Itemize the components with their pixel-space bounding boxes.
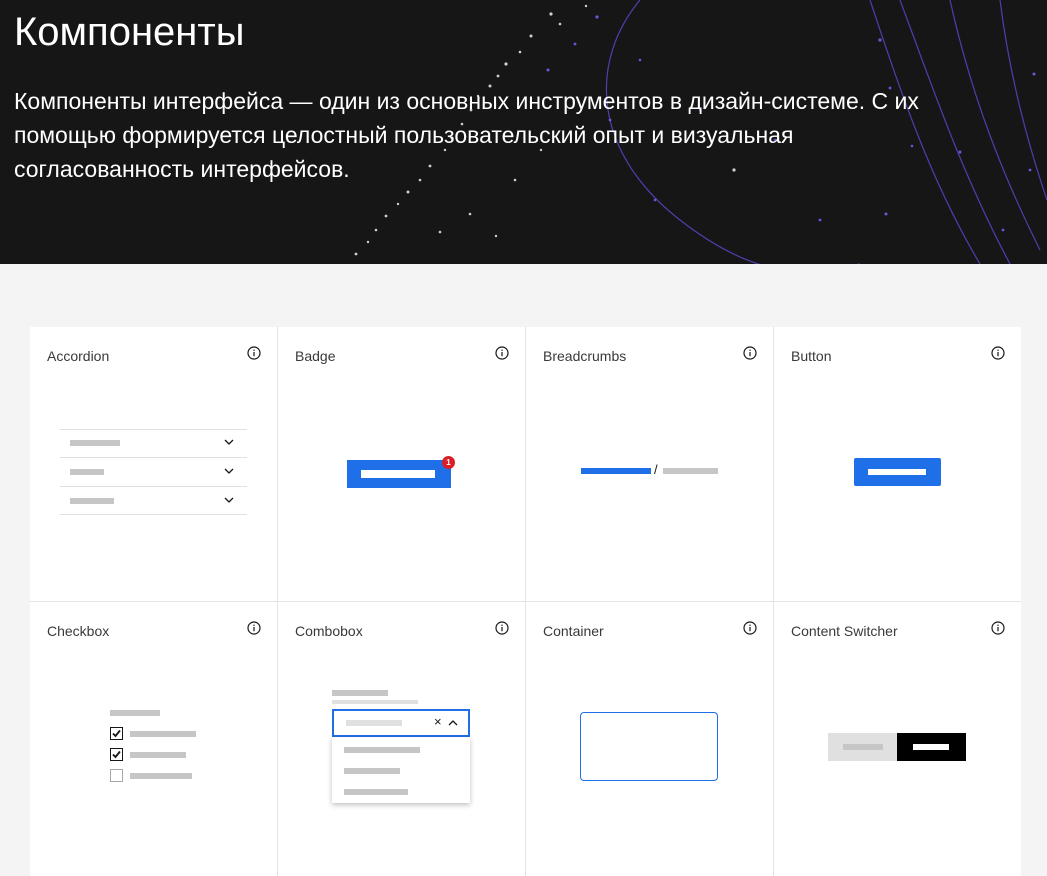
combobox-dropdown <box>332 737 470 803</box>
components-grid: Accordion Badge 1 Breadcrumbs / Button C… <box>30 327 1021 876</box>
card-title: Checkbox <box>47 623 110 639</box>
component-card-badge[interactable]: Badge 1 <box>278 327 525 601</box>
page-lead: Компоненты интерфейса — один из основных… <box>14 88 919 182</box>
hero-banner: Компоненты Компоненты интерфейса — один … <box>0 0 1047 264</box>
card-title: Combobox <box>295 623 363 639</box>
clear-icon: × <box>434 714 442 729</box>
card-title: Accordion <box>47 348 110 364</box>
badge-preview-button <box>347 460 451 488</box>
chevron-down-icon <box>224 439 234 445</box>
component-card-accordion[interactable]: Accordion <box>30 327 277 601</box>
component-card-breadcrumbs[interactable]: Breadcrumbs / <box>526 327 773 601</box>
card-title: Content Switcher <box>791 623 898 639</box>
card-title: Breadcrumbs <box>543 348 627 364</box>
chevron-down-icon <box>224 497 234 503</box>
component-card-combobox[interactable]: Combobox × <box>278 602 525 876</box>
checkbox-checked-icon <box>110 748 123 761</box>
breadcrumb-link-bar <box>581 468 651 474</box>
info-icon[interactable] <box>991 621 1005 635</box>
notification-badge: 1 <box>442 456 455 469</box>
container-preview <box>580 712 718 781</box>
button-preview <box>854 458 941 486</box>
card-title: Container <box>543 623 604 639</box>
info-icon[interactable] <box>495 346 509 360</box>
chevron-up-icon <box>448 720 458 726</box>
chevron-down-icon <box>224 468 234 474</box>
checkbox-checked-icon <box>110 727 123 740</box>
breadcrumb-current-bar <box>663 468 718 474</box>
info-icon[interactable] <box>991 346 1005 360</box>
checkbox-unchecked-icon <box>110 769 123 782</box>
component-card-checkbox[interactable]: Checkbox <box>30 602 277 876</box>
info-icon[interactable] <box>247 621 261 635</box>
checkbox-preview <box>110 710 210 790</box>
accordion-preview <box>60 429 247 515</box>
content-switcher-preview <box>828 733 966 761</box>
component-card-content-switcher[interactable]: Content Switcher <box>774 602 1021 876</box>
info-icon[interactable] <box>743 621 757 635</box>
breadcrumb-separator: / <box>654 462 658 477</box>
card-title: Badge <box>295 348 336 364</box>
info-icon[interactable] <box>743 346 757 360</box>
card-title: Button <box>791 348 832 364</box>
page-title: Компоненты <box>14 10 245 54</box>
info-icon[interactable] <box>495 621 509 635</box>
component-card-container[interactable]: Container <box>526 602 773 876</box>
combobox-preview: × <box>332 690 472 803</box>
component-card-button[interactable]: Button <box>774 327 1021 601</box>
info-icon[interactable] <box>247 346 261 360</box>
